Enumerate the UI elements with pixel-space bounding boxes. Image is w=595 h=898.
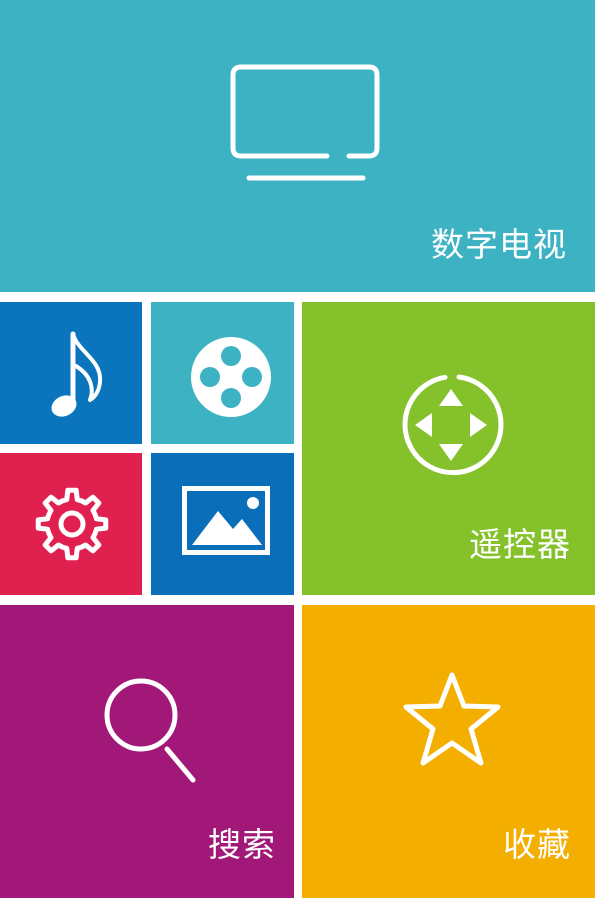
- music-note-icon: [51, 331, 103, 417]
- search-icon: [104, 678, 196, 783]
- tile-photos[interactable]: [151, 453, 294, 595]
- reel-hole-left: [200, 367, 220, 387]
- tile-label-favorites: 收藏: [503, 825, 571, 864]
- arrow-right: [470, 413, 487, 437]
- tv-icon: [230, 64, 380, 181]
- dpad-icon: [402, 374, 504, 476]
- film-reel-icon: [191, 337, 271, 417]
- tile-favorites[interactable]: 收藏: [302, 605, 595, 898]
- arrow-down: [439, 444, 463, 461]
- tile-label-digital-tv: 数字电视: [431, 225, 567, 264]
- tile-video[interactable]: [151, 302, 294, 444]
- tile-digital-tv[interactable]: 数字电视: [0, 0, 595, 292]
- arrow-left: [415, 413, 432, 437]
- picture-icon: [182, 486, 270, 555]
- arrow-up: [439, 389, 463, 406]
- reel-hole-right: [242, 367, 262, 387]
- tile-search[interactable]: 搜索: [0, 605, 294, 898]
- gear-icon: [35, 487, 109, 561]
- tile-label-search: 搜索: [208, 825, 276, 864]
- tile-music[interactable]: [0, 302, 142, 444]
- reel-hole-top: [221, 346, 241, 366]
- tile-label-remote-control: 遥控器: [469, 525, 571, 564]
- reel-hole-bottom: [221, 388, 241, 408]
- star-icon: [403, 672, 501, 766]
- tile-remote-control[interactable]: 遥控器: [302, 302, 595, 595]
- tile-settings[interactable]: [0, 453, 142, 595]
